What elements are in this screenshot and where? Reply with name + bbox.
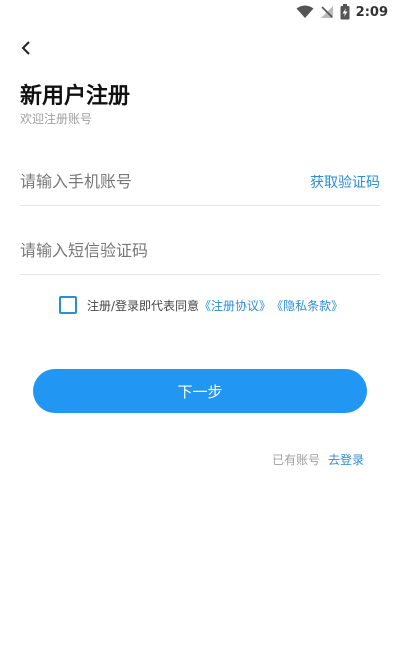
page-title: 新用户注册 xyxy=(20,84,131,109)
status-bar: 2:09 xyxy=(0,0,400,26)
signal-off-icon xyxy=(320,6,333,18)
phone-input[interactable] xyxy=(20,158,300,204)
chevron-left-icon xyxy=(21,41,30,55)
agreement-checkbox[interactable] xyxy=(59,296,77,314)
status-icons: 2:09 xyxy=(296,4,388,20)
phone-field: 获取验证码 xyxy=(20,158,380,206)
agreement-text: 注册/登录即代表同意 xyxy=(87,298,200,313)
page-subtitle: 欢迎注册账号 xyxy=(20,112,93,126)
login-row: 已有账号 去登录 xyxy=(272,451,364,468)
back-button[interactable] xyxy=(14,36,38,60)
login-link[interactable]: 去登录 xyxy=(328,453,364,467)
wifi-icon xyxy=(296,5,314,18)
battery-charging-icon xyxy=(340,4,350,20)
agreement-row: 注册/登录即代表同意 《注册协议》 《隐私条款》 xyxy=(59,296,343,314)
sms-code-field xyxy=(20,227,380,275)
get-code-button[interactable]: 获取验证码 xyxy=(310,172,380,192)
terms-link[interactable]: 《注册协议》 xyxy=(199,297,271,314)
sms-code-input[interactable] xyxy=(20,227,300,273)
login-hint: 已有账号 xyxy=(272,453,321,467)
next-button[interactable]: 下一步 xyxy=(33,369,367,413)
status-time: 2:09 xyxy=(355,4,388,20)
privacy-link[interactable]: 《隐私条款》 xyxy=(271,297,343,314)
